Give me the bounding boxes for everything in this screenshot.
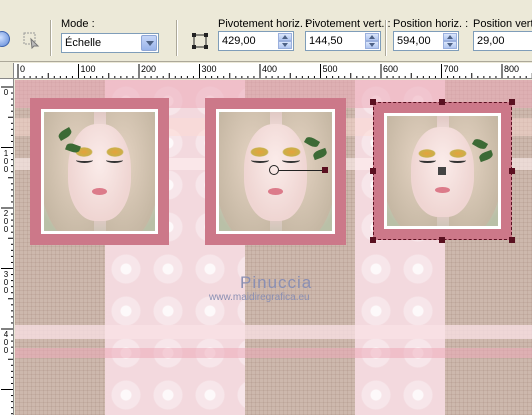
eye: [281, 157, 300, 163]
resize-handle-n[interactable]: [439, 99, 445, 105]
resize-handle-se[interactable]: [509, 237, 515, 243]
ruler-v-label: 300: [3, 269, 9, 295]
framed-portrait-1[interactable]: [30, 98, 169, 245]
ruler-v-label: 200: [3, 209, 9, 234]
pos-h-input[interactable]: 594,00: [393, 31, 459, 51]
portrait-mat: [41, 109, 158, 234]
ruler-v-ticks: [1, 86, 13, 415]
lips: [92, 188, 107, 196]
pos-h-stepper[interactable]: [443, 33, 457, 49]
ruler-h-label: 100: [80, 64, 96, 74]
pos-v-input[interactable]: 29,00: [473, 31, 532, 51]
spin-up-icon[interactable]: [443, 33, 457, 41]
pivot-point-icon[interactable]: [269, 165, 279, 175]
ruler-v-label: 400: [3, 330, 9, 355]
center-handle[interactable]: [438, 167, 446, 175]
background-stripe: [15, 348, 532, 358]
spin-up-icon[interactable]: [278, 33, 292, 41]
vertical-ruler[interactable]: 0 100 200 300 400: [0, 79, 14, 415]
mode-label: Mode :: [61, 18, 95, 30]
pick-tool-icon[interactable]: [22, 31, 40, 50]
image-canvas[interactable]: Pinuccia www.maidiregrafica.eu: [15, 80, 532, 415]
toolbar-separator: [50, 20, 52, 56]
ruler-h-label: 0: [20, 64, 26, 74]
resize-handle-e[interactable]: [509, 168, 515, 174]
portrait-image: [44, 112, 155, 231]
eyeshadow: [281, 147, 301, 158]
ruler-h-label: 700: [443, 64, 459, 74]
rotation-handle[interactable]: [322, 167, 328, 173]
spin-down-icon[interactable]: [365, 41, 379, 49]
center-pivot-icon[interactable]: [191, 32, 209, 50]
spin-up-icon[interactable]: [365, 33, 379, 41]
pivot-h-stepper[interactable]: [278, 33, 292, 49]
ruler-v-label: 0: [3, 88, 9, 97]
ruler-v-label: 100: [3, 148, 9, 174]
mode-select[interactable]: Échelle: [61, 33, 159, 53]
pivot-v-input[interactable]: 144,50: [305, 31, 381, 51]
pos-v-value: 29,00: [477, 35, 505, 47]
spin-down-icon[interactable]: [278, 41, 292, 49]
ruler-h-label: 200: [141, 64, 157, 74]
ruler-h-label: 400: [262, 64, 278, 74]
eyeshadow: [105, 147, 125, 158]
pos-h-label: Position horiz. :: [393, 18, 469, 30]
pivot-h-input[interactable]: 429,00: [218, 31, 294, 51]
rotation-handle-line: [279, 170, 325, 171]
pos-h-value: 594,00: [397, 35, 431, 47]
ruler-h-label: 800: [504, 64, 520, 74]
background-stripe: [15, 325, 532, 339]
ruler-h-label: 600: [383, 64, 399, 74]
eye: [75, 157, 94, 163]
eyeshadow: [250, 147, 270, 158]
pivot-v-label: Pivotement vert. :: [305, 18, 391, 30]
resize-handle-s[interactable]: [439, 237, 445, 243]
toolbar-separator: [176, 20, 178, 56]
mode-value: Échelle: [65, 37, 102, 49]
resize-handle-nw[interactable]: [370, 99, 376, 105]
chevron-down-icon[interactable]: [141, 35, 157, 51]
ruler-corner: [0, 63, 14, 79]
resize-handle-sw[interactable]: [370, 237, 376, 243]
spin-down-icon[interactable]: [443, 41, 457, 49]
face: [68, 123, 131, 222]
watermark-name: Pinuccia: [240, 273, 313, 292]
eye: [105, 157, 124, 163]
ruler-h-label: 300: [201, 64, 217, 74]
pivot-h-label: Pivotement horiz. :: [218, 18, 310, 30]
refresh-icon[interactable]: [0, 31, 10, 47]
pivot-v-value: 144,50: [309, 35, 343, 47]
horizontal-ruler[interactable]: 0 100 200 300 400 500 600 700 800: [14, 63, 532, 79]
pos-v-label: Position vert. :: [473, 18, 532, 30]
resize-handle-w[interactable]: [370, 168, 376, 174]
eye: [251, 157, 270, 163]
lips: [267, 188, 284, 196]
toolbar-separator: [385, 20, 387, 56]
pivot-h-value: 429,00: [222, 35, 256, 47]
toolbar: Mode : Échelle Pivotement horiz. : 429,0…: [0, 0, 532, 62]
resize-handle-ne[interactable]: [509, 99, 515, 105]
ruler-h-label: 500: [322, 64, 338, 74]
pivot-v-stepper[interactable]: [365, 33, 379, 49]
watermark-url: www.maidiregrafica.eu: [209, 292, 310, 303]
